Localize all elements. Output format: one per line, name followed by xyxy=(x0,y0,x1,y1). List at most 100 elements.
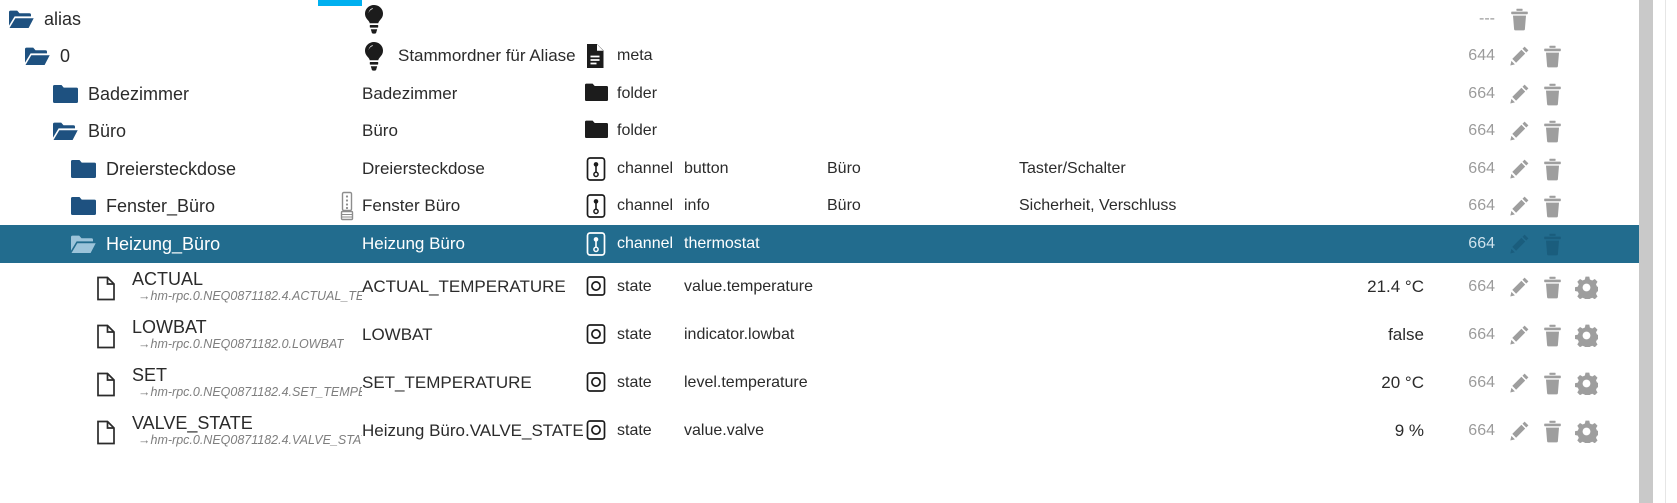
object-title-label: Heizung Büro.VALVE_STATE xyxy=(362,420,584,440)
table-row[interactable]: Heizung_Büro Heizung Büro channel thermosta… xyxy=(0,225,1650,263)
cell-object-type: folder xyxy=(584,118,684,144)
cell-value: 20 °C xyxy=(1221,373,1431,393)
object-role-label: button xyxy=(684,159,729,177)
object-role-label: value.valve xyxy=(684,421,765,439)
delete-icon[interactable] xyxy=(1542,420,1563,442)
cell-object-name[interactable]: Büro xyxy=(0,120,362,142)
cell-object-title: Fenster Büro xyxy=(340,191,584,221)
table-row[interactable]: Badezimmer Badezimmer folder 664 xyxy=(0,75,1650,113)
object-role-label: level.temperature xyxy=(684,373,808,391)
folder-closed-icon[interactable] xyxy=(70,158,96,180)
cell-object-name[interactable]: LOWBAT →hm-rpc.0.NEQ0871182.0.LOWBAT xyxy=(0,317,362,352)
object-name-label: Dreiersteckdose xyxy=(106,158,237,179)
folder-open-icon[interactable] xyxy=(70,233,96,255)
scroll-gutter xyxy=(1665,0,1677,503)
channel-icon xyxy=(584,231,608,257)
table-row[interactable]: VALVE_STATE →hm-rpc.0.NEQ0871182.4.VALVE_… xyxy=(0,407,1650,455)
cell-room: Büro xyxy=(827,160,1019,178)
cell-object-title: LOWBAT xyxy=(362,325,584,345)
cell-object-title: Badezimmer xyxy=(362,84,584,104)
settings-icon[interactable] xyxy=(1575,420,1598,443)
delete-icon[interactable] xyxy=(1542,324,1563,346)
vertical-scrollbar-thumb[interactable] xyxy=(1639,0,1653,503)
cell-object-title: ACTUAL_TEMPERATURE xyxy=(362,277,584,297)
alias-target-label: →hm-rpc.0.NEQ0871182.4.VALVE_STAT xyxy=(138,433,362,447)
cell-object-name[interactable]: VALVE_STATE →hm-rpc.0.NEQ0871182.4.VALVE_… xyxy=(0,413,362,448)
table-row[interactable]: Büro Büro folder 664 xyxy=(0,113,1650,151)
table-row[interactable]: alias --- xyxy=(0,0,1650,38)
edit-icon[interactable] xyxy=(1509,276,1530,298)
cell-object-name[interactable]: SET →hm-rpc.0.NEQ0871182.4.SET_TEMPER xyxy=(0,365,362,400)
cell-actions xyxy=(1495,195,1590,218)
object-name-label: LOWBAT xyxy=(132,317,207,337)
cell-object-type: state xyxy=(584,370,684,396)
delete-icon[interactable] xyxy=(1542,158,1563,181)
object-name-label: alias xyxy=(44,8,82,29)
folder-open-icon[interactable] xyxy=(8,8,34,30)
table-row[interactable]: ACTUAL →hm-rpc.0.NEQ0871182.4.ACTUAL_TEM A… xyxy=(0,263,1650,311)
table-row[interactable]: 0 Stammordner für Aliase meta 644 xyxy=(0,38,1650,76)
cell-object-name[interactable]: Fenster_Büro xyxy=(0,195,362,217)
object-name-label: ACTUAL xyxy=(132,269,204,289)
table-row[interactable]: LOWBAT →hm-rpc.0.NEQ0871182.0.LOWBAT LOWBA… xyxy=(0,311,1650,359)
settings-icon[interactable] xyxy=(1575,324,1598,347)
vertical-scrollbar-track[interactable] xyxy=(1639,0,1665,503)
edit-icon[interactable] xyxy=(1509,324,1530,346)
folder-open-icon[interactable] xyxy=(52,120,78,142)
object-role-label: value.temperature xyxy=(684,277,813,295)
delete-icon[interactable] xyxy=(1542,276,1563,298)
edit-icon[interactable] xyxy=(1509,83,1530,105)
cell-object-name[interactable]: ACTUAL →hm-rpc.0.NEQ0871182.4.ACTUAL_TEM xyxy=(0,269,362,304)
table-row[interactable]: Dreiersteckdose Dreiersteckdose channel but… xyxy=(0,150,1650,188)
file-icon[interactable] xyxy=(96,276,122,300)
object-role-label: thermostat xyxy=(684,234,760,252)
cell-function: Sicherheit, Verschluss xyxy=(1019,197,1221,215)
cell-object-title xyxy=(362,4,584,34)
settings-icon[interactable] xyxy=(1575,372,1598,395)
cell-object-role: info xyxy=(684,197,827,215)
table-row[interactable]: SET →hm-rpc.0.NEQ0871182.4.SET_TEMPER SET_… xyxy=(0,359,1650,407)
edit-icon[interactable] xyxy=(1509,195,1530,217)
delete-icon[interactable] xyxy=(1542,372,1563,394)
cell-value: 9 % xyxy=(1221,421,1431,441)
cell-object-title: Büro xyxy=(362,121,584,141)
cell-object-title: Heizung Büro xyxy=(362,234,584,254)
file-icon[interactable] xyxy=(96,420,122,444)
edit-icon[interactable] xyxy=(1509,372,1530,394)
settings-icon[interactable] xyxy=(1575,276,1598,299)
alias-target-label: →hm-rpc.0.NEQ0871182.4.ACTUAL_TEM xyxy=(138,289,362,303)
edit-icon[interactable] xyxy=(1509,120,1530,142)
delete-icon[interactable] xyxy=(1542,45,1563,68)
edit-icon[interactable] xyxy=(1509,420,1530,442)
cell-object-name[interactable]: Badezimmer xyxy=(0,83,362,105)
file-icon[interactable] xyxy=(96,372,122,396)
objects-tree-view: alias --- 0 Stammordner für Aliase meta 644 Ba… xyxy=(0,0,1677,503)
object-name-label: Büro xyxy=(88,121,127,142)
object-type-label: channel xyxy=(617,234,674,252)
delete-icon[interactable] xyxy=(1542,195,1563,218)
cell-permissions: 664 xyxy=(1431,326,1495,344)
cell-object-name[interactable]: Dreiersteckdose xyxy=(0,158,362,180)
cell-object-name[interactable]: alias xyxy=(0,8,362,30)
cell-object-role: value.temperature xyxy=(684,278,827,296)
edit-icon[interactable] xyxy=(1509,158,1530,180)
edit-icon[interactable] xyxy=(1509,233,1530,255)
folder-closed-icon[interactable] xyxy=(70,195,96,217)
delete-icon[interactable] xyxy=(1542,120,1563,143)
edit-icon[interactable] xyxy=(1509,45,1530,67)
permissions-label: 664 xyxy=(1468,277,1495,295)
table-row[interactable]: Fenster_Büro Fenster Büro channel info Büro S… xyxy=(0,188,1650,226)
cell-actions xyxy=(1495,324,1598,347)
object-name-label: VALVE_STATE xyxy=(132,413,253,433)
delete-icon[interactable] xyxy=(1542,83,1563,106)
cell-object-name[interactable]: Heizung_Büro xyxy=(0,233,362,255)
cell-permissions: 664 xyxy=(1431,278,1495,296)
folder-closed-icon[interactable] xyxy=(52,83,78,105)
object-title-label: SET_TEMPERATURE xyxy=(362,372,532,392)
cell-object-name[interactable]: 0 xyxy=(0,45,362,67)
delete-icon[interactable] xyxy=(1509,8,1530,31)
cell-permissions: 664 xyxy=(1431,374,1495,392)
file-icon[interactable] xyxy=(96,324,122,348)
delete-icon[interactable] xyxy=(1542,233,1563,256)
folder-open-icon[interactable] xyxy=(24,45,50,67)
